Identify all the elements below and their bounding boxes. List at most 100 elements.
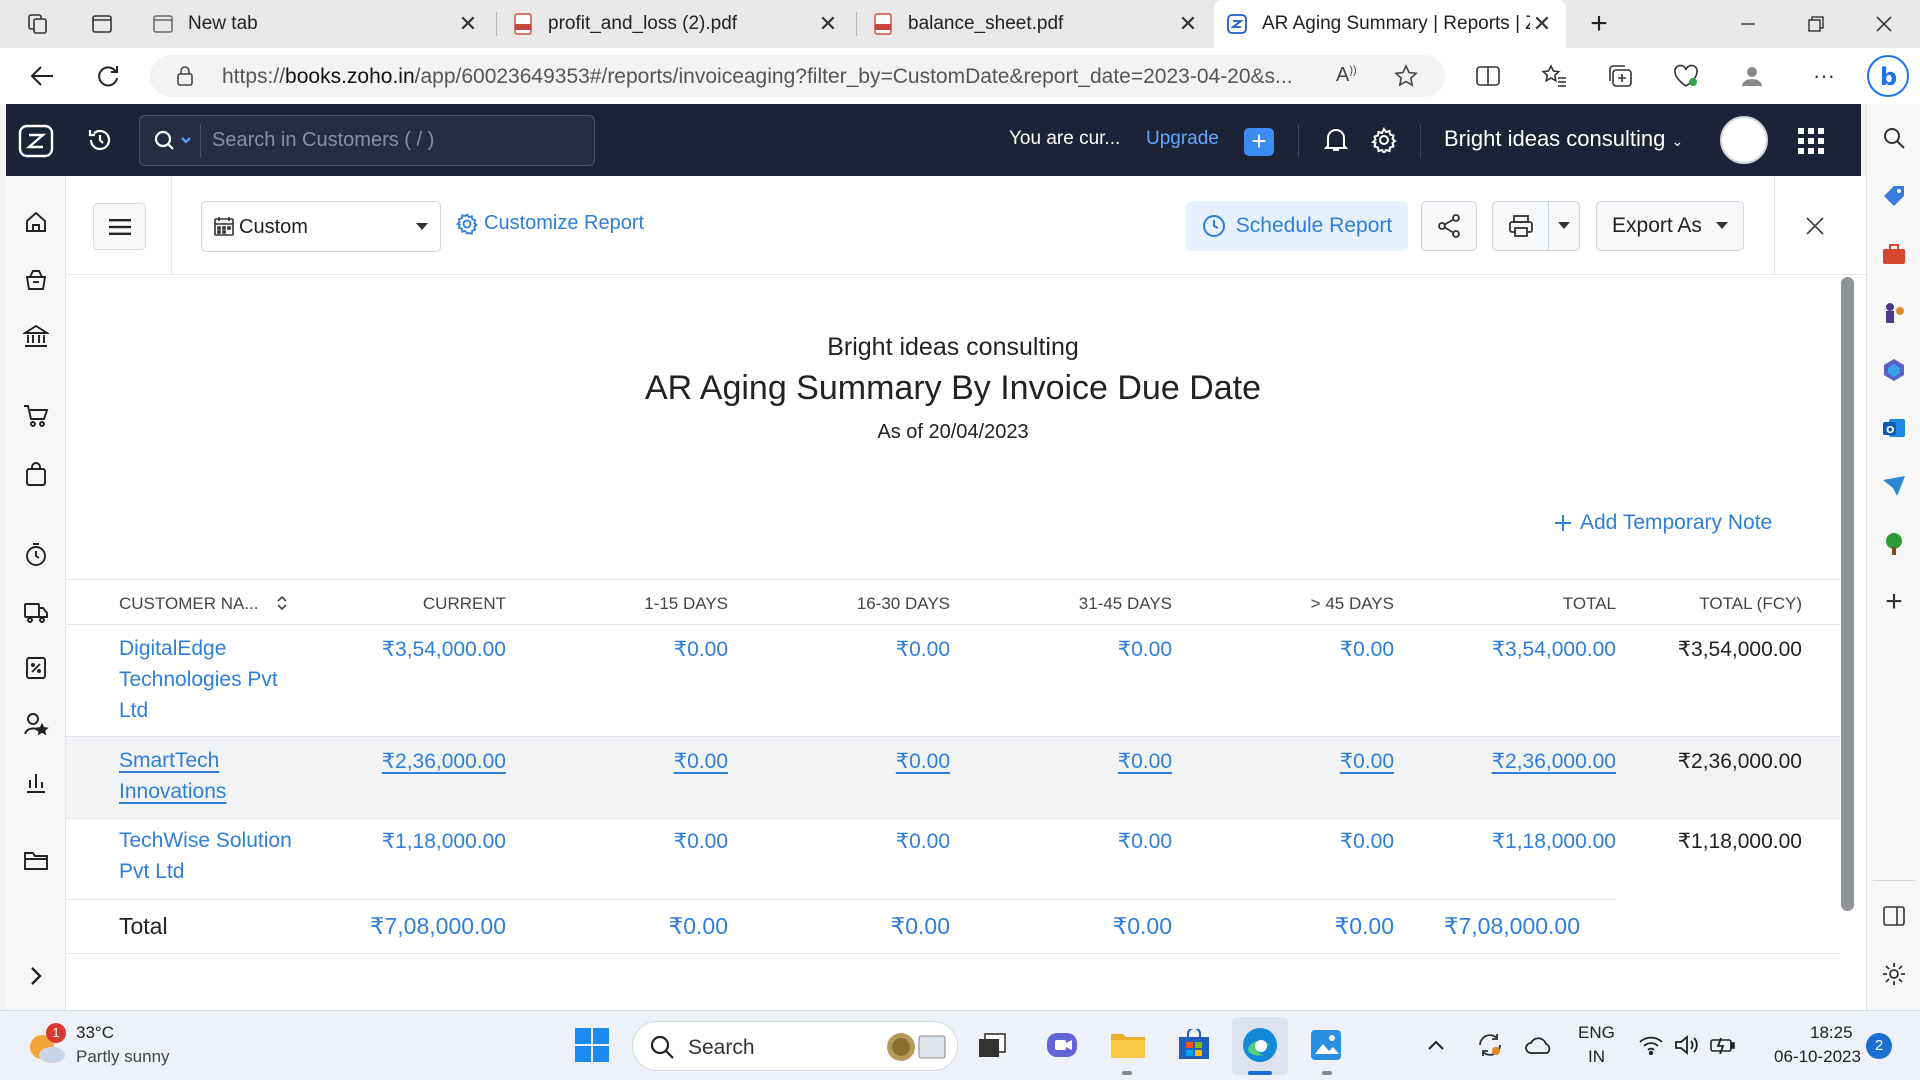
- close-report-icon[interactable]: [1801, 212, 1829, 240]
- search-icon[interactable]: [1880, 124, 1908, 152]
- app-launcher-grid-icon[interactable]: [1798, 128, 1824, 154]
- user-avatar[interactable]: [1720, 116, 1768, 164]
- add-temporary-note-link[interactable]: Add Temporary Note: [1554, 511, 1772, 535]
- more-menu-icon[interactable]: ···: [1808, 60, 1840, 92]
- hide-sidebar-icon[interactable]: [1880, 902, 1908, 930]
- documents-folder-icon[interactable]: [22, 846, 50, 874]
- search-icon[interactable]: [154, 130, 192, 152]
- settings-gear-icon[interactable]: [1880, 960, 1908, 988]
- total-amount-link[interactable]: ₹1,18,000.00: [1492, 829, 1616, 854]
- read-aloud-icon[interactable]: A)): [1336, 64, 1357, 87]
- share-button[interactable]: [1421, 201, 1477, 251]
- tab-close-icon[interactable]: ✕: [1176, 11, 1200, 37]
- customize-report-link[interactable]: Customize Report: [456, 212, 644, 235]
- tab-ar-aging-summary[interactable]: AR Aging Summary | Reports | Zo ✕: [1214, 0, 1566, 48]
- recent-activity-icon[interactable]: [86, 126, 114, 154]
- split-screen-icon[interactable]: [1472, 60, 1504, 92]
- days-16-30-amount-link[interactable]: ₹0.00: [896, 637, 950, 662]
- upgrade-link[interactable]: Upgrade: [1146, 128, 1219, 150]
- customer-name-link[interactable]: DigitalEdge Technologies Pvt Ltd: [119, 633, 294, 726]
- column-header-customer[interactable]: CUSTOMER NA...: [119, 594, 287, 614]
- days-31-45-amount-link[interactable]: ₹0.00: [1118, 829, 1172, 854]
- days-31-45-amount-link[interactable]: ₹0.00: [1118, 749, 1172, 774]
- back-icon[interactable]: [26, 60, 58, 92]
- microsoft-365-icon[interactable]: [1880, 356, 1908, 384]
- favorites-icon[interactable]: [1538, 60, 1570, 92]
- restore-button[interactable]: [1782, 0, 1850, 48]
- input-language[interactable]: ENG: [1578, 1023, 1615, 1043]
- items-box-icon[interactable]: [22, 266, 50, 294]
- photos-app-icon[interactable]: [1306, 1025, 1346, 1065]
- notification-center-badge[interactable]: 2: [1866, 1033, 1892, 1059]
- browser-essentials-icon[interactable]: [1670, 60, 1702, 92]
- search-input[interactable]: [212, 116, 582, 165]
- printer-icon[interactable]: [1493, 202, 1549, 250]
- caret-down-icon[interactable]: [1549, 222, 1579, 230]
- days-over-45-amount-link[interactable]: ₹0.00: [1340, 829, 1394, 854]
- outlook-icon[interactable]: O: [1880, 414, 1908, 442]
- minimize-button[interactable]: [1714, 0, 1782, 48]
- expand-sidebar-chevron-icon[interactable]: [22, 962, 50, 990]
- refresh-icon[interactable]: [92, 60, 124, 92]
- onedrive-cloud-icon[interactable]: [1522, 1025, 1556, 1065]
- weather-widget-icon[interactable]: 1: [24, 1023, 68, 1067]
- microsoft-store-icon[interactable]: [1174, 1025, 1214, 1065]
- notifications-bell-icon[interactable]: [1322, 126, 1350, 154]
- total-amount-link[interactable]: ₹3,54,000.00: [1492, 637, 1616, 662]
- report-period-select[interactable]: Custom: [201, 201, 441, 252]
- days-16-30-amount-link[interactable]: ₹0.00: [896, 749, 950, 774]
- tab-new-tab[interactable]: New tab ✕: [140, 0, 492, 48]
- tab-close-icon[interactable]: ✕: [1530, 11, 1554, 37]
- favorite-star-icon[interactable]: [1394, 64, 1418, 88]
- file-explorer-icon[interactable]: [1108, 1025, 1148, 1065]
- export-as-button[interactable]: Export As: [1596, 201, 1744, 251]
- taskbar-search[interactable]: Search: [632, 1021, 958, 1071]
- clock-time[interactable]: 18:25: [1810, 1023, 1853, 1043]
- purchases-bag-icon[interactable]: [22, 460, 50, 488]
- clock-date[interactable]: 06-10-2023: [1774, 1047, 1861, 1067]
- input-region[interactable]: IN: [1588, 1047, 1605, 1067]
- show-hidden-icons-chevron-icon[interactable]: [1424, 1025, 1448, 1065]
- days-over-45-amount-link[interactable]: ₹0.00: [1340, 749, 1394, 774]
- workspaces-icon[interactable]: [24, 10, 52, 38]
- schedule-report-button[interactable]: Schedule Report: [1186, 201, 1408, 251]
- weather-condition[interactable]: Partly sunny: [76, 1047, 170, 1067]
- customer-name-link[interactable]: SmartTech Innovations: [119, 745, 294, 807]
- sales-cart-icon[interactable]: [22, 402, 50, 430]
- tree-icon[interactable]: [1880, 530, 1908, 558]
- customer-search[interactable]: [139, 115, 595, 166]
- collections-icon[interactable]: [1604, 60, 1636, 92]
- tab-balance-sheet[interactable]: balance_sheet.pdf ✕: [860, 0, 1212, 48]
- accountant-icon[interactable]: [22, 710, 50, 738]
- current-amount-link[interactable]: ₹3,54,000.00: [382, 637, 506, 662]
- print-button[interactable]: [1492, 201, 1580, 251]
- zoho-books-logo-icon[interactable]: [18, 124, 54, 158]
- tools-icon[interactable]: [1880, 240, 1908, 268]
- banking-icon[interactable]: [22, 322, 50, 350]
- send-icon[interactable]: [1880, 472, 1908, 500]
- days-16-30-amount-link[interactable]: ₹0.00: [896, 829, 950, 854]
- shopping-tag-icon[interactable]: [1880, 182, 1908, 210]
- weather-temperature[interactable]: 33°C: [76, 1023, 114, 1043]
- profile-icon[interactable]: [1736, 60, 1768, 92]
- teams-chat-icon[interactable]: [1042, 1025, 1082, 1065]
- settings-gear-icon[interactable]: [1370, 126, 1398, 154]
- reports-chart-icon[interactable]: [22, 768, 50, 796]
- quick-create-button[interactable]: +: [1244, 128, 1274, 156]
- days-31-45-amount-link[interactable]: ₹0.00: [1118, 637, 1172, 662]
- volume-icon[interactable]: [1672, 1025, 1702, 1065]
- eway-bills-truck-icon[interactable]: [22, 598, 50, 626]
- task-view-icon[interactable]: [972, 1025, 1012, 1065]
- gst-filing-icon[interactable]: [22, 654, 50, 682]
- lock-icon[interactable]: [176, 66, 194, 86]
- report-scrollbar-thumb[interactable]: [1841, 277, 1854, 911]
- current-amount-link[interactable]: ₹1,18,000.00: [382, 829, 506, 854]
- customer-name-link[interactable]: TechWise Solution Pvt Ltd: [119, 825, 294, 887]
- new-tab-button[interactable]: +: [1567, 0, 1631, 48]
- windows-start-icon[interactable]: [572, 1025, 612, 1065]
- sync-status-icon[interactable]: [1474, 1025, 1506, 1065]
- days-1-15-amount-link[interactable]: ₹0.00: [674, 749, 728, 774]
- reports-menu-button[interactable]: [93, 203, 146, 250]
- home-icon[interactable]: [22, 208, 50, 236]
- current-amount-link[interactable]: ₹2,36,000.00: [382, 749, 506, 774]
